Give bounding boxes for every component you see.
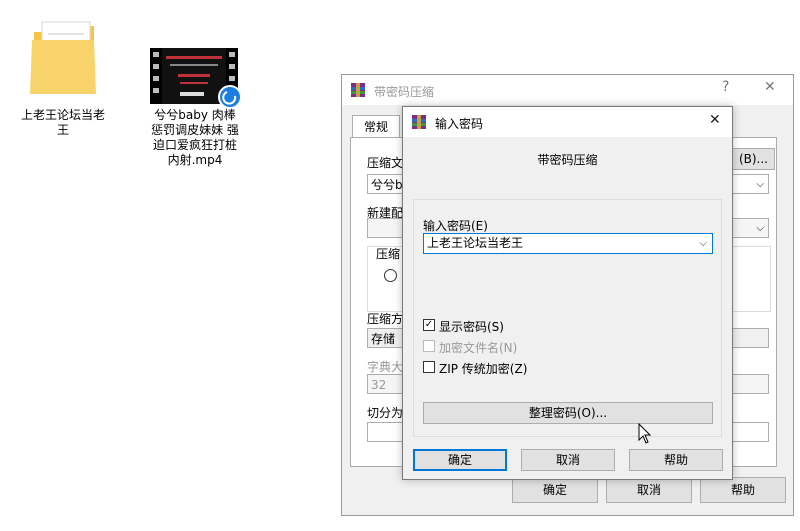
mouse-cursor-icon	[638, 423, 652, 444]
encrypt-filenames-checkbox[interactable]	[423, 340, 435, 352]
tab-general[interactable]: 常规	[352, 115, 400, 138]
folder-label-line1: 上老王论坛当老	[20, 108, 105, 122]
winrar-icon	[351, 83, 365, 97]
organize-passwords-button[interactable]: 整理密码(O)...	[423, 402, 713, 424]
dict-label: 字典大	[367, 360, 404, 374]
cancel-button[interactable]: 取消	[606, 477, 692, 503]
video-label-line3: 迫口爱疯狂打桩	[152, 138, 237, 152]
password-value: 上老王论坛当老王	[427, 236, 524, 250]
method-label: 压缩方	[367, 312, 404, 326]
password-label: 输入密码(E)	[423, 219, 488, 233]
help-icon[interactable]: ?	[722, 79, 729, 95]
archive-dialog-titlebar: 带密码压缩 ? ✕	[342, 75, 793, 105]
close-icon[interactable]: ✕	[709, 112, 721, 128]
show-password-label: 显示密码(S)	[439, 320, 504, 334]
chevron-down-icon: ⌵	[756, 223, 764, 234]
chevron-down-icon: ⌵	[756, 179, 764, 190]
ok-button[interactable]: 确定	[413, 449, 507, 471]
method-value: 存储	[371, 332, 396, 346]
password-dialog-titlebar: 输入密码 ✕	[403, 107, 732, 137]
video-label-line2: 惩罚调皮妹妹 强	[151, 123, 239, 137]
encrypt-filenames-label: 加密文件名(N)	[439, 341, 518, 355]
video-label-line1: 兮兮baby 肉棒	[154, 108, 236, 122]
help-button[interactable]: 帮助	[700, 477, 786, 503]
close-icon[interactable]: ✕	[764, 79, 776, 95]
video-player-badge-icon	[218, 85, 242, 109]
password-dialog-title: 输入密码	[435, 117, 484, 131]
video-label-line4: 内射.mp4	[167, 153, 223, 167]
format-label: 压缩	[376, 247, 401, 261]
video-label[interactable]: 兮兮baby 肉棒 惩罚调皮妹妹 强 迫口爱疯狂打桩 内射.mp4	[140, 108, 250, 168]
chevron-down-icon[interactable]: ⌵	[699, 234, 707, 253]
archive-dialog-title: 带密码压缩	[374, 85, 435, 99]
winrar-icon	[412, 115, 426, 129]
cancel-button[interactable]: 取消	[521, 449, 615, 471]
film-strip-left	[150, 48, 162, 104]
format-radio[interactable]	[384, 269, 397, 282]
folder-label[interactable]: 上老王论坛当老 王	[18, 108, 108, 138]
dict-value: 32	[371, 378, 387, 392]
help-button[interactable]: 帮助	[629, 449, 723, 471]
archive-name-label: 压缩文	[367, 156, 404, 170]
password-input[interactable]: 上老王论坛当老王 ⌵	[423, 233, 713, 254]
show-password-checkbox[interactable]: ✓	[423, 319, 435, 331]
password-dialog: 输入密码 ✕ 带密码压缩 输入密码(E) 上老王论坛当老王 ⌵ ✓ 显示密码(S…	[402, 106, 733, 480]
password-dialog-heading: 带密码压缩	[537, 153, 598, 167]
zip-legacy-checkbox[interactable]	[423, 361, 435, 373]
folder-icon[interactable]	[28, 18, 100, 98]
zip-legacy-label: ZIP 传统加密(Z)	[439, 362, 528, 376]
ok-button[interactable]: 确定	[512, 477, 598, 503]
split-label: 切分为	[367, 406, 404, 420]
folder-label-line2: 王	[56, 123, 69, 137]
